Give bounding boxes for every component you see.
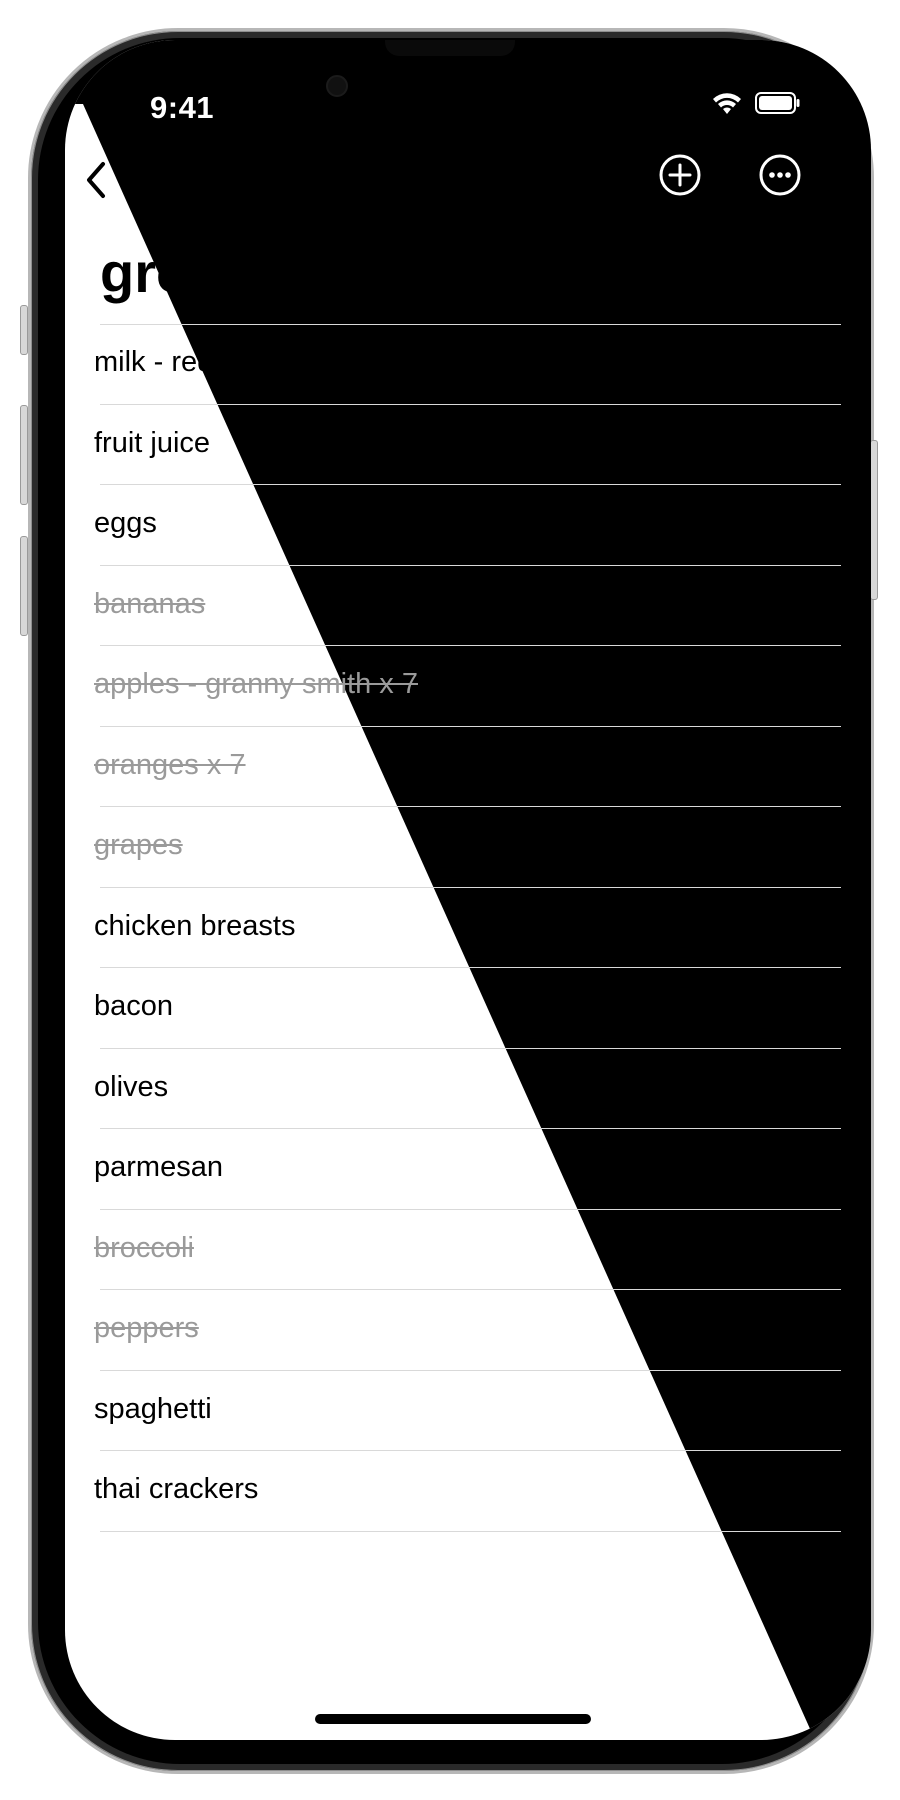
grocery-list: milk - red fruit juice eggs bananas apples -… [65, 324, 871, 1532]
back-button[interactable] [75, 152, 123, 208]
action-button [20, 305, 28, 355]
item-label: olives [94, 1070, 169, 1103]
completed-item-label: peppers [94, 1312, 199, 1344]
list-item[interactable]: peppers [65, 1290, 871, 1371]
status-time: 9:41 [150, 90, 215, 125]
item-label: chicken breasts [94, 909, 296, 942]
completed-item-label: apples - granny smith x 7 [94, 668, 418, 700]
list-item[interactable]: eggs [65, 485, 871, 566]
item-label: bacon [94, 990, 174, 1022]
volume-down-button [20, 536, 28, 636]
list-item[interactable]: spaghetti [65, 1371, 871, 1452]
list-item[interactable]: bananas [65, 566, 871, 647]
status-icons [711, 90, 801, 121]
list-item[interactable]: broccoli [65, 1210, 871, 1291]
item-label: spaghetti [94, 1392, 212, 1425]
list-item[interactable]: oranges x 7 [65, 727, 871, 808]
chevron-left-icon [87, 162, 105, 198]
completed-item-label: bananas [94, 587, 206, 620]
item-label: milk - red [94, 346, 214, 378]
plus-circle-icon [659, 154, 701, 196]
list-item[interactable]: grapes [65, 807, 871, 888]
list-item[interactable]: olives [65, 1049, 871, 1130]
home-indicator[interactable] [315, 1714, 591, 1724]
battery-icon [755, 91, 801, 120]
item-label: parmesan [94, 1151, 223, 1183]
item-label: fruit juice [94, 426, 211, 459]
volume-up-button [20, 405, 28, 505]
list-item[interactable]: fruit juice [65, 405, 871, 486]
app-content: 9:41 groceries (15) milk - red fruit jui… [65, 40, 871, 1740]
list-item[interactable]: bacon [65, 968, 871, 1049]
completed-item-label: broccoli [94, 1231, 194, 1264]
list-item[interactable]: parmesan [65, 1129, 871, 1210]
item-label: eggs [94, 507, 157, 539]
list-item[interactable]: chicken breasts [65, 888, 871, 969]
front-camera-icon [326, 75, 348, 97]
add-item-button[interactable] [655, 150, 705, 200]
item-label: thai crackers [94, 1473, 259, 1505]
more-options-button[interactable] [755, 150, 805, 200]
speaker-notch [385, 40, 515, 56]
list-item[interactable]: milk - red [65, 324, 871, 405]
page-title: groceries (15) [100, 241, 468, 304]
completed-item-label: grapes [94, 829, 183, 861]
list-item[interactable]: thai crackers [65, 1451, 871, 1532]
power-button [870, 440, 878, 600]
ellipsis-circle-icon [759, 154, 801, 196]
wifi-icon [711, 90, 743, 121]
phone-screen: 9:41 groceries (15) milk - red fruit jui… [65, 40, 871, 1740]
list-item[interactable]: apples - granny smith x 7 [65, 646, 871, 727]
completed-item-label: oranges x 7 [94, 748, 246, 781]
